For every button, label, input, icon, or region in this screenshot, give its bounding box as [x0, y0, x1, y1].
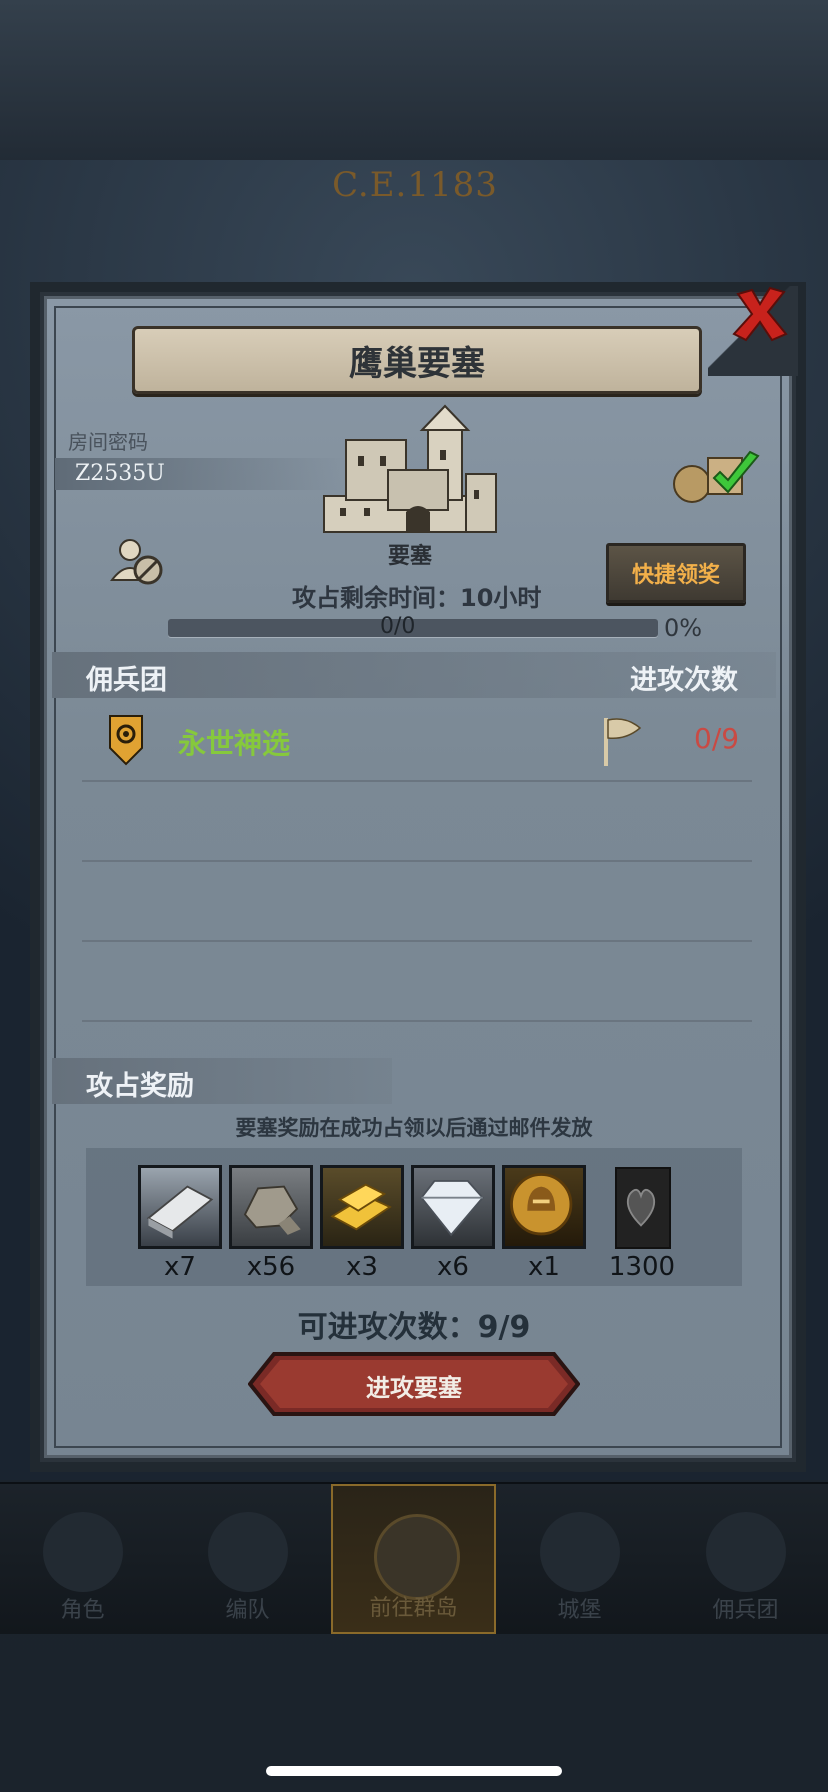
- nav-label: 城堡: [557, 1598, 602, 1623]
- user-restricted-icon[interactable]: [110, 536, 166, 588]
- character-icon: [42, 1512, 123, 1592]
- progress-value: 0/0: [380, 614, 416, 639]
- row-divider: [82, 780, 752, 782]
- mercenary-icon: [705, 1512, 786, 1592]
- castle-icon: [539, 1512, 620, 1592]
- nav-label: 角色: [60, 1598, 105, 1623]
- supply-bags-check-icon: [673, 450, 760, 503]
- title-banner: 鹰巢要塞: [132, 326, 702, 394]
- attack-count-header: 进攻次数: [630, 665, 738, 696]
- top-background: [0, 0, 828, 160]
- nav-castle[interactable]: 城堡: [497, 1484, 662, 1634]
- progress-percent: 0%: [664, 614, 703, 642]
- nav-label: 前往群岛: [369, 1596, 458, 1621]
- guild-attack-count: 0/9: [694, 722, 740, 755]
- gold-bars-icon[interactable]: [320, 1165, 404, 1249]
- nav-character[interactable]: 角色: [0, 1484, 165, 1634]
- heart-totem-icon[interactable]: [615, 1167, 671, 1249]
- mercenary-header: 佣兵团: [86, 665, 167, 696]
- attack-fortress-button[interactable]: 进攻要塞: [248, 1352, 580, 1416]
- reward-qty: x7: [164, 1252, 196, 1282]
- room-password-label: 房间密码: [68, 430, 148, 454]
- reward-qty: 1300: [608, 1252, 676, 1282]
- dialog-title: 鹰巢要塞: [349, 343, 485, 384]
- room-code[interactable]: Z2535U: [75, 461, 165, 486]
- silver-ingot-icon[interactable]: [138, 1165, 222, 1249]
- remaining-time: 攻占剩余时间：10小时: [292, 584, 542, 612]
- guild-name[interactable]: 永世神选: [178, 722, 290, 762]
- islands-icon: [373, 1514, 460, 1600]
- nav-label: 编队: [225, 1598, 270, 1623]
- row-divider: [82, 1020, 752, 1022]
- ore-icon[interactable]: [229, 1165, 313, 1249]
- attack-button-label: 进攻要塞: [366, 1374, 462, 1402]
- nav-label: 佣兵团: [712, 1598, 779, 1623]
- flag-icon: [604, 718, 642, 766]
- close-button[interactable]: [730, 284, 790, 344]
- formation-icon: [207, 1512, 288, 1592]
- quick-claim-button[interactable]: 快捷领奖: [606, 543, 746, 603]
- nav-islands[interactable]: 前往群岛: [331, 1484, 496, 1634]
- row-divider: [82, 940, 752, 942]
- row-divider: [82, 860, 752, 862]
- fortress-label: 要塞: [388, 544, 433, 569]
- era-label: C.E.1183: [332, 165, 498, 205]
- reward-qty: x1: [528, 1252, 560, 1282]
- fortress-icon: [323, 404, 497, 533]
- reward-note: 要塞奖励在成功占领以后通过邮件发放: [235, 1116, 593, 1140]
- attacks-remaining: 可进攻次数：9/9: [297, 1310, 531, 1345]
- guild-emblem-icon: [109, 715, 143, 766]
- close-icon: [732, 286, 788, 342]
- reward-qty: x6: [437, 1252, 469, 1282]
- diamond-icon[interactable]: [411, 1165, 495, 1249]
- rewards-header: 攻占奖励: [86, 1071, 194, 1102]
- nav-formation[interactable]: 编队: [165, 1484, 330, 1634]
- reward-qty: x56: [246, 1252, 296, 1282]
- reward-qty: x3: [346, 1252, 378, 1282]
- quick-claim-label: 快捷领奖: [631, 563, 720, 588]
- knight-medal-icon[interactable]: [502, 1165, 586, 1249]
- nav-mercenary[interactable]: 佣兵团: [663, 1484, 828, 1634]
- bottom-navigation: 角色 编队 前往群岛 城堡 佣兵团: [0, 1482, 828, 1634]
- home-indicator[interactable]: [266, 1766, 562, 1776]
